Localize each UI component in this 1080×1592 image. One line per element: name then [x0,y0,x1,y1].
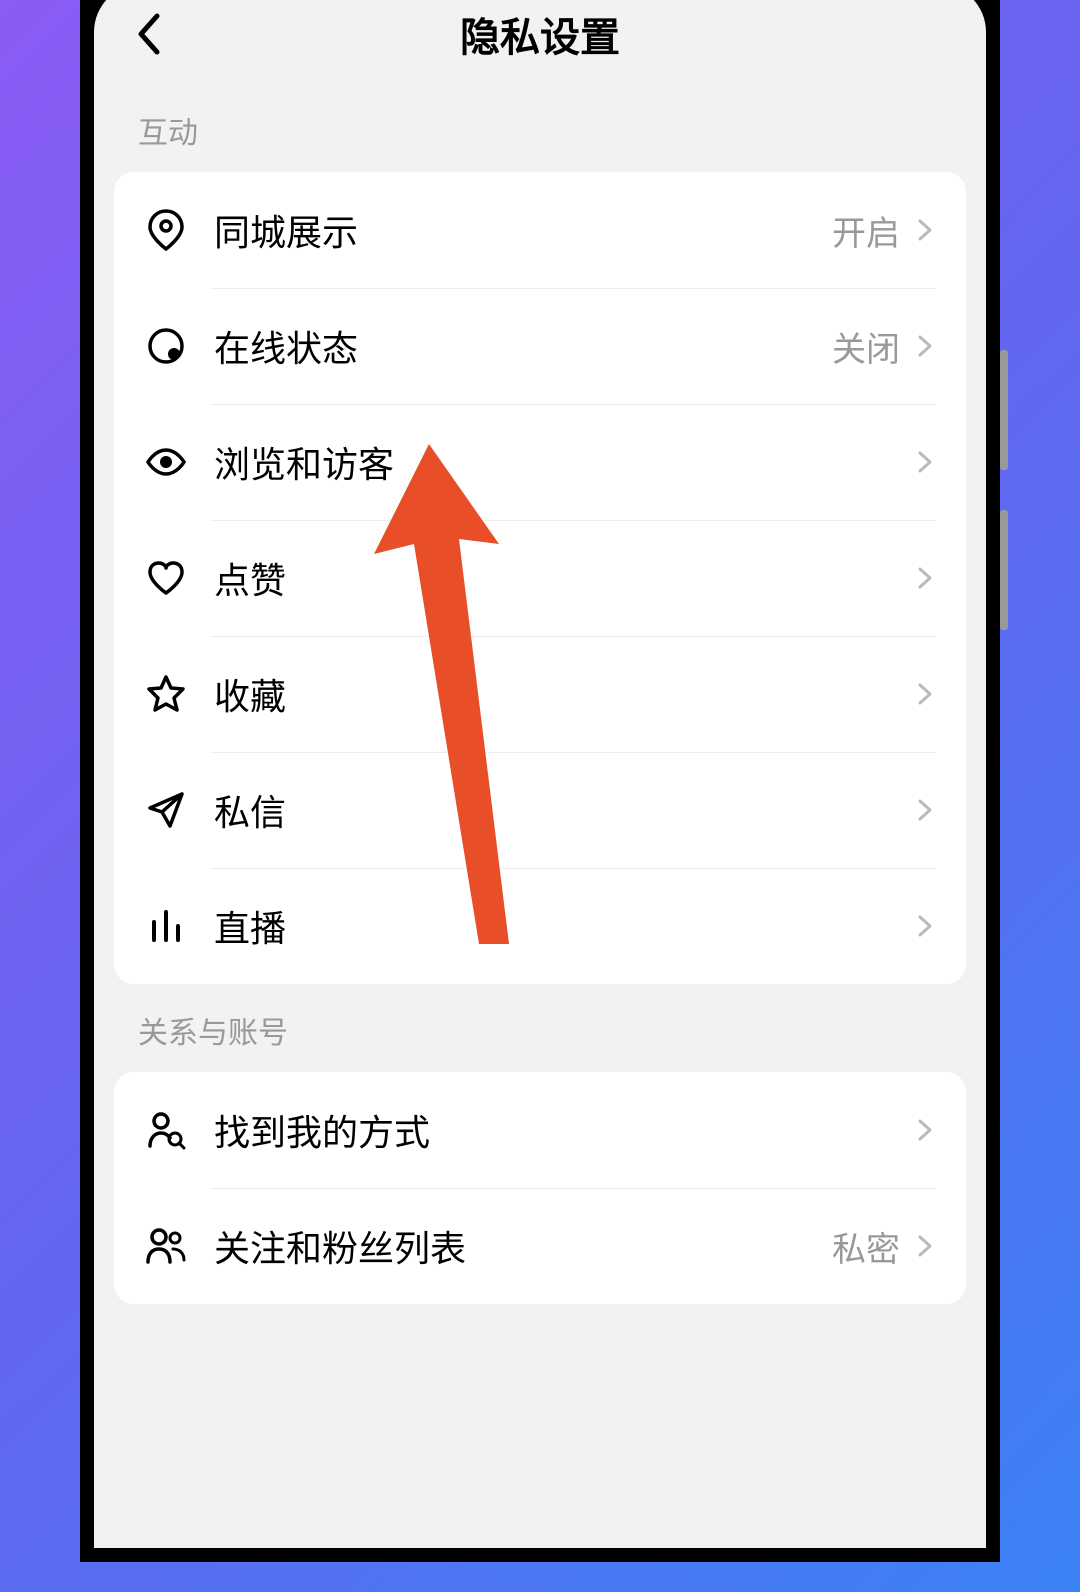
row-value: 关闭 [832,322,900,371]
row-label: 浏览和访客 [214,436,914,488]
section-card-relation: 找到我的方式 关注和粉丝列表 私密 [114,1072,966,1304]
page-title: 隐私设置 [460,5,620,63]
people-icon [144,1224,188,1268]
phone-frame: 隐私设置 互动 同城展示 开启 在线状态 [80,0,1000,1562]
row-label: 同城展示 [214,204,832,256]
row-find-me[interactable]: 找到我的方式 [114,1072,966,1188]
row-label: 收藏 [214,668,914,720]
header: 隐私设置 [94,0,986,84]
chevron-right-icon [914,451,936,473]
chevron-right-icon [914,1235,936,1257]
chevron-right-icon [914,567,936,589]
chevron-left-icon [135,12,163,56]
row-same-city[interactable]: 同城展示 开启 [114,172,966,288]
location-icon [144,208,188,252]
row-label: 在线状态 [214,320,832,372]
content: 互动 同城展示 开启 在线状态 关闭 [94,84,986,1304]
chevron-right-icon [914,335,936,357]
bars-icon [144,904,188,948]
row-browse-visitors[interactable]: 浏览和访客 [114,404,966,520]
eye-icon [144,440,188,484]
person-search-icon [144,1108,188,1152]
row-label: 关注和粉丝列表 [214,1220,832,1272]
chevron-right-icon [914,799,936,821]
row-value: 开启 [832,206,900,255]
status-dot-icon [144,324,188,368]
row-online-status[interactable]: 在线状态 关闭 [114,288,966,404]
row-value: 私密 [832,1222,900,1271]
chevron-right-icon [914,219,936,241]
chevron-right-icon [914,1119,936,1141]
heart-icon [144,556,188,600]
chevron-right-icon [914,683,936,705]
row-like[interactable]: 点赞 [114,520,966,636]
star-icon [144,672,188,716]
row-label: 私信 [214,784,914,836]
row-favorite[interactable]: 收藏 [114,636,966,752]
section-label-relation: 关系与账号 [114,984,966,1072]
row-follow-fans[interactable]: 关注和粉丝列表 私密 [114,1188,966,1304]
row-label: 找到我的方式 [214,1104,914,1156]
section-card-interaction: 同城展示 开启 在线状态 关闭 浏览和访客 [114,172,966,984]
row-live[interactable]: 直播 [114,868,966,984]
row-label: 点赞 [214,552,914,604]
chevron-right-icon [914,915,936,937]
row-label: 直播 [214,900,914,952]
row-message[interactable]: 私信 [114,752,966,868]
section-label-interaction: 互动 [114,84,966,172]
back-button[interactable] [124,9,174,59]
phone-side-buttons [1000,350,1008,670]
send-icon [144,788,188,832]
screen: 隐私设置 互动 同城展示 开启 在线状态 [94,0,986,1548]
